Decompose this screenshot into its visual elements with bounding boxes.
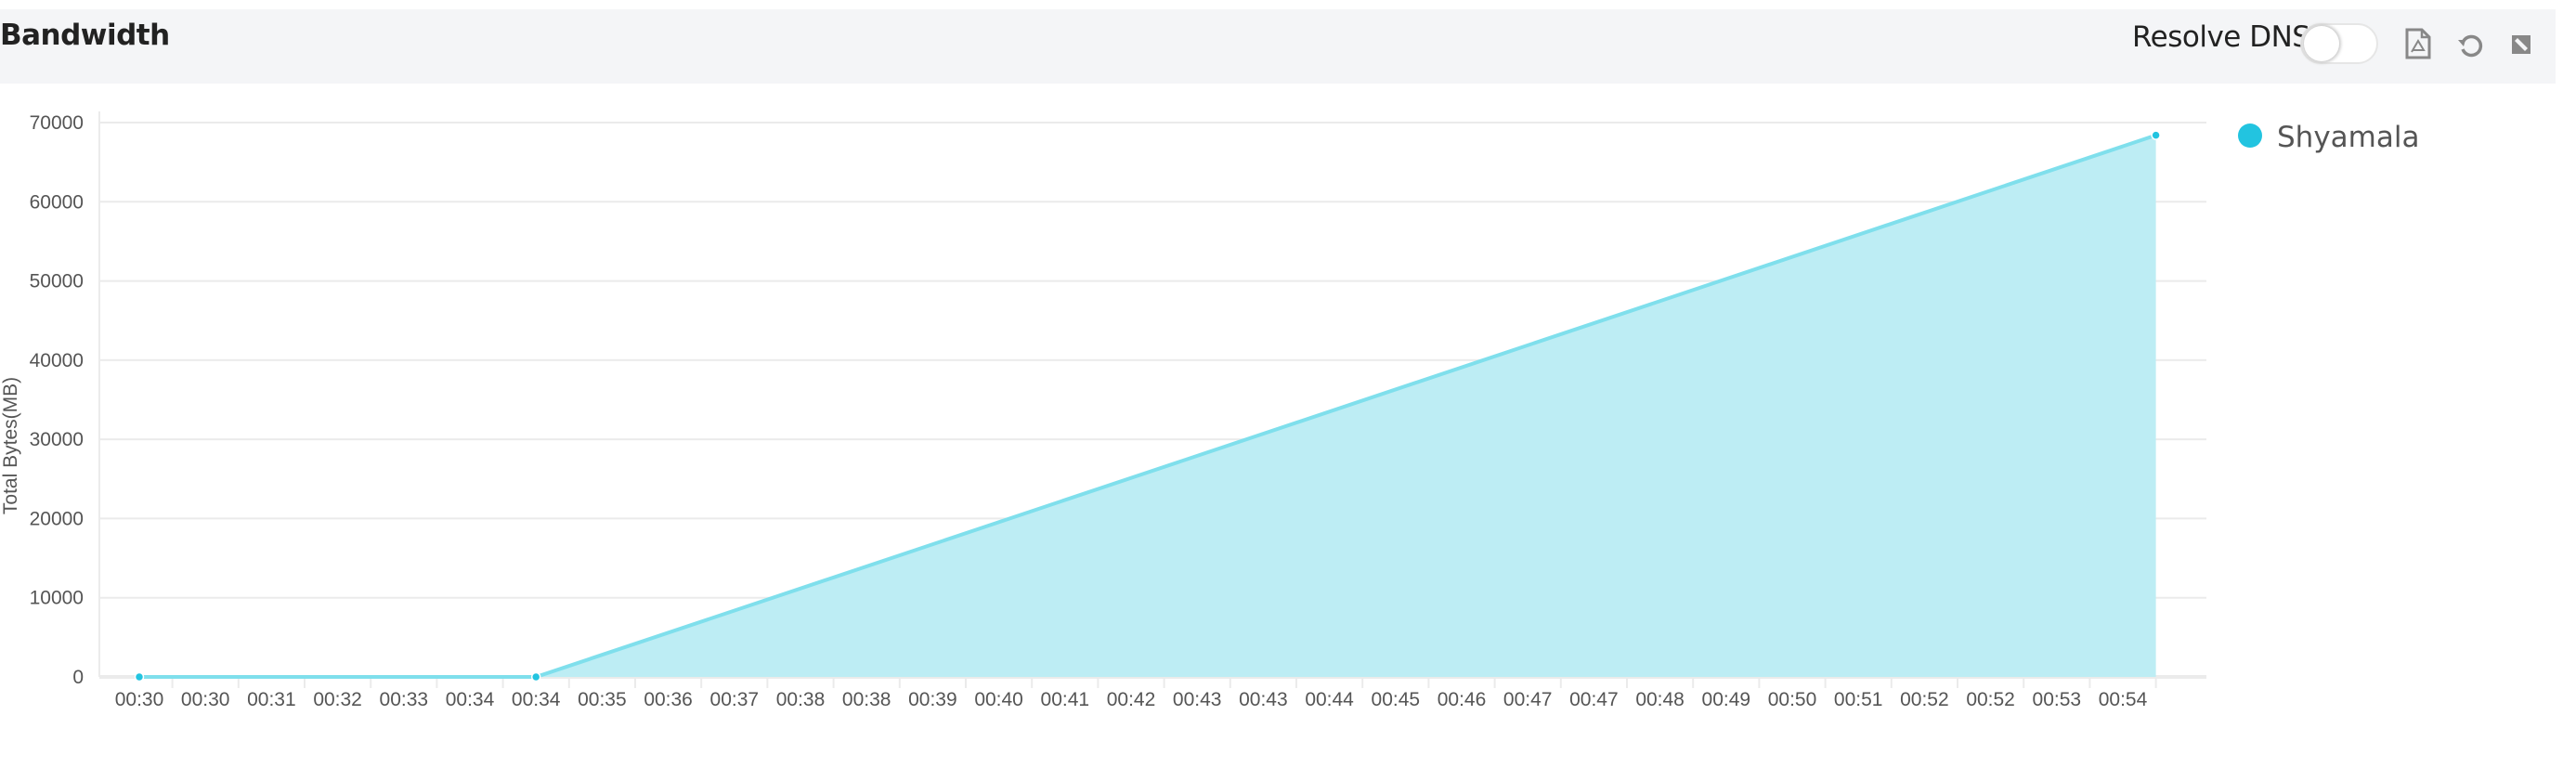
x-tick-label: 00:41 — [1041, 689, 1090, 710]
x-tick-label: 00:30 — [115, 689, 164, 710]
y-tick-label: 30000 — [30, 429, 84, 450]
x-tick-label: 00:50 — [1768, 689, 1817, 710]
x-tick-label: 00:51 — [1834, 689, 1883, 710]
x-tick-label: 00:30 — [181, 689, 230, 710]
x-tick-label: 00:54 — [2099, 689, 2148, 710]
x-tick-label: 00:37 — [710, 689, 760, 710]
series-area-shyamala — [139, 135, 2156, 677]
bandwidth-chart: 00:30 00:30 00:31 00:32 00:33 00:34 00:34 00:35… — [0, 111, 2419, 710]
data-point[interactable] — [530, 671, 541, 682]
x-tick-label: 00:42 — [1107, 689, 1156, 710]
x-tick-label: 00:53 — [2033, 689, 2082, 710]
x-tick-label: 00:34 — [512, 689, 561, 710]
x-tick-label: 00:43 — [1239, 689, 1288, 710]
x-tick-label: 00:48 — [1635, 689, 1685, 710]
x-tick-label: 00:34 — [446, 689, 495, 710]
x-tick-label: 00:46 — [1438, 689, 1487, 710]
y-tick-label: 50000 — [30, 271, 84, 292]
x-tick-label: 00:43 — [1173, 689, 1222, 710]
x-tick-label: 00:31 — [247, 689, 296, 710]
y-tick-label: 20000 — [30, 508, 84, 529]
y-tick-label: 10000 — [30, 588, 84, 609]
x-tick-label: 00:38 — [842, 689, 891, 710]
y-tick-label: 60000 — [30, 191, 84, 213]
data-point[interactable] — [134, 671, 145, 682]
y-axis-title: Total Bytes(MB) — [0, 377, 21, 514]
x-tick-label: 00:47 — [1503, 689, 1553, 710]
legend-item-shyamala[interactable]: Shyamala — [2277, 121, 2419, 154]
x-tick-label: 00:36 — [644, 689, 693, 710]
x-tick-label: 00:44 — [1305, 689, 1354, 710]
x-tick-label: 00:49 — [1702, 689, 1751, 710]
x-tick-label: 00:38 — [776, 689, 826, 710]
x-tick-label: 00:52 — [1966, 689, 2015, 710]
y-tick-label: 0 — [72, 667, 84, 688]
x-tick-label: 00:32 — [313, 689, 362, 710]
x-tick-label: 00:33 — [380, 689, 429, 710]
y-tick-label: 70000 — [30, 112, 84, 134]
legend-marker — [2238, 124, 2262, 148]
x-tick-label: 00:40 — [974, 689, 1023, 710]
x-tick-label: 00:47 — [1569, 689, 1619, 710]
x-tick-label: 00:35 — [578, 689, 627, 710]
y-tick-label: 40000 — [30, 350, 84, 371]
x-tick-label: 00:52 — [1900, 689, 1949, 710]
x-tick-label: 00:39 — [908, 689, 957, 710]
x-tick-label: 00:45 — [1372, 689, 1421, 710]
data-point[interactable] — [2151, 130, 2161, 140]
